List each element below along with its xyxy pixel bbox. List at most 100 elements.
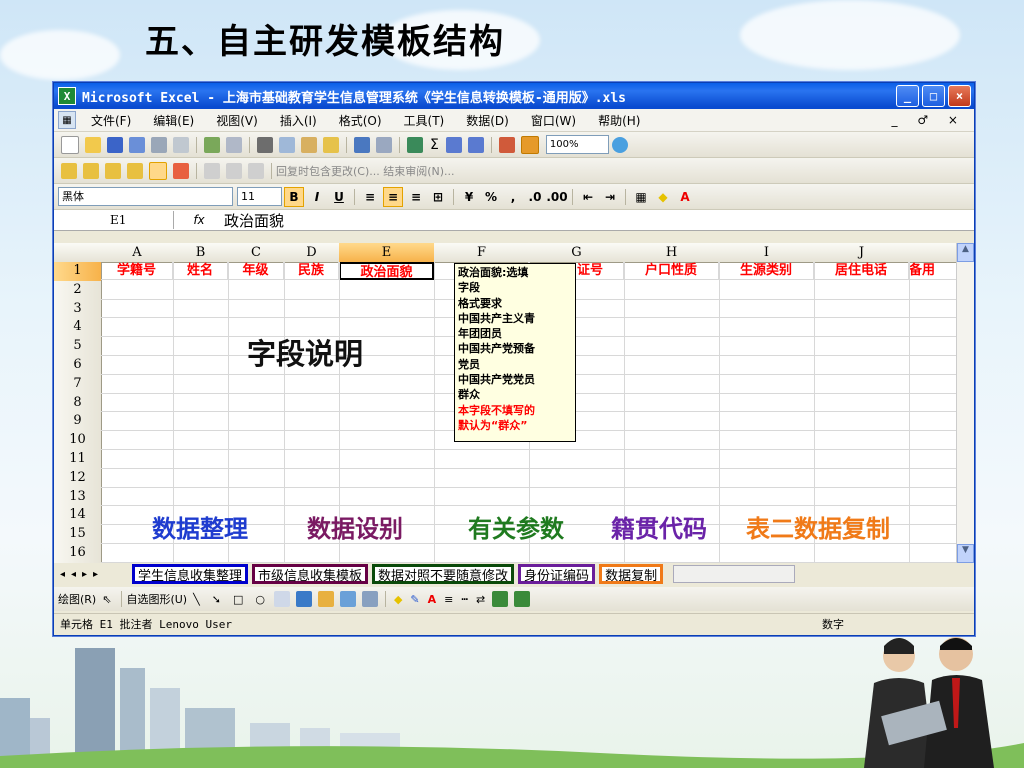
scroll-down-icon[interactable]: ▼ <box>957 544 974 563</box>
picture-icon[interactable] <box>361 591 378 607</box>
cell[interactable]: 备用 <box>909 262 957 280</box>
shadow-icon[interactable] <box>492 591 509 607</box>
cell[interactable]: 居住电话 <box>814 262 909 280</box>
workbook-window-controls[interactable]: _ ♂ × <box>892 113 966 127</box>
print-preview-icon[interactable] <box>173 136 189 153</box>
menu-file[interactable]: 文件(F) <box>91 112 131 129</box>
currency-icon[interactable]: ¥ <box>460 188 478 206</box>
select-all-corner[interactable] <box>54 243 102 263</box>
select-objects-icon[interactable]: ⇖ <box>102 593 111 606</box>
font-size-select[interactable]: 11 <box>237 187 282 206</box>
row-header[interactable]: 11 <box>54 450 102 470</box>
next-comment-icon[interactable] <box>105 162 121 179</box>
column-header-partial[interactable] <box>909 243 958 263</box>
help-icon[interactable] <box>611 136 628 153</box>
draw-menu[interactable]: 绘图(R) <box>58 591 96 607</box>
cell-comment[interactable]: 政治面貌:选填 字段 格式要求 中国共产主义青 年团团员 中国共产党预备 党员 … <box>454 263 576 442</box>
menu-view[interactable]: 视图(V) <box>216 112 258 129</box>
active-cell[interactable]: 政治面貌 <box>339 262 434 280</box>
row-header[interactable]: 8 <box>54 393 102 414</box>
align-center-icon[interactable]: ≡ <box>383 186 403 207</box>
new-comment-icon[interactable] <box>61 162 77 179</box>
borders-icon[interactable]: ▦ <box>632 188 650 206</box>
row-header[interactable]: 3 <box>54 299 102 320</box>
row-header[interactable]: 9 <box>54 412 102 433</box>
underline-button[interactable]: U <box>330 188 348 206</box>
sort-descending-icon[interactable] <box>467 136 484 153</box>
menu-format[interactable]: 格式(O) <box>339 112 382 129</box>
menu-data[interactable]: 数据(D) <box>466 112 509 129</box>
research-icon[interactable] <box>226 136 242 153</box>
track-changes-icon[interactable] <box>204 162 220 179</box>
undo-icon[interactable] <box>354 136 370 153</box>
sheet-nav-arrows-icon[interactable]: ◂◂▸▸ <box>54 569 132 580</box>
delete-comment-icon[interactable] <box>173 162 189 179</box>
wordart-icon[interactable] <box>295 591 312 607</box>
workbook-icon[interactable]: ▦ <box>58 111 76 129</box>
menu-insert[interactable]: 插入(I) <box>280 112 317 129</box>
reject-change-icon[interactable] <box>248 162 264 179</box>
bold-button[interactable]: B <box>284 186 304 207</box>
font-color-icon[interactable]: A <box>676 188 694 206</box>
column-header[interactable]: G <box>529 243 625 263</box>
cell[interactable]: 年级 <box>228 262 284 280</box>
3d-style-icon[interactable] <box>514 591 531 607</box>
row-header[interactable]: 6 <box>54 356 102 376</box>
show-comment-icon[interactable] <box>127 162 143 179</box>
decrease-indent-icon[interactable]: ⇤ <box>579 188 597 206</box>
drawing-icon[interactable] <box>520 135 539 154</box>
autoshapes-menu[interactable]: 自选图形(U) <box>126 591 187 607</box>
fx-icon[interactable]: fx <box>174 213 224 227</box>
paste-icon[interactable] <box>301 136 317 153</box>
diagram-icon[interactable] <box>317 591 334 607</box>
sort-ascending-icon[interactable] <box>445 136 462 153</box>
fill-color-icon[interactable]: ◆ <box>654 188 672 206</box>
line-color-icon[interactable]: ✎ <box>410 593 419 606</box>
decrease-decimal-icon[interactable]: .00 <box>546 188 567 206</box>
spelling-icon[interactable] <box>204 136 220 153</box>
column-header[interactable]: E <box>339 243 435 263</box>
align-right-icon[interactable]: ≡ <box>407 188 425 206</box>
cell[interactable]: 生源类别 <box>719 262 814 280</box>
fill-color-icon[interactable]: ◆ <box>394 593 402 606</box>
copy-icon[interactable] <box>279 136 295 153</box>
merge-center-icon[interactable]: ⊞ <box>429 188 447 206</box>
scroll-up-icon[interactable]: ▲ <box>957 243 974 262</box>
column-header[interactable]: A <box>101 243 174 263</box>
menu-edit[interactable]: 编辑(E) <box>153 112 194 129</box>
column-header[interactable]: F <box>434 243 530 263</box>
show-all-comments-icon[interactable] <box>149 161 167 180</box>
sheet-tab-data-copy[interactable]: 数据复制 <box>599 564 664 584</box>
prev-comment-icon[interactable] <box>83 162 99 179</box>
arrow-style-icon[interactable]: ⇄ <box>476 593 485 606</box>
reviewing-reply-text[interactable]: 回复时包含更改(C)... 结束审阅(N)... <box>276 163 455 179</box>
textbox-icon[interactable] <box>273 591 290 607</box>
line-style-icon[interactable]: ≡ <box>444 593 453 606</box>
clipart-icon[interactable] <box>339 591 356 607</box>
autosum-icon[interactable]: Σ <box>430 137 439 153</box>
column-header[interactable]: I <box>719 243 815 263</box>
cell[interactable]: 姓名 <box>173 262 228 280</box>
align-left-icon[interactable]: ≡ <box>361 188 379 206</box>
hyperlink-icon[interactable] <box>407 136 423 153</box>
row-header[interactable]: 2 <box>54 280 102 301</box>
close-button[interactable]: × <box>948 85 971 107</box>
minimize-button[interactable]: _ <box>896 85 919 107</box>
column-header[interactable]: J <box>814 243 910 263</box>
sheet-tab-data-reference[interactable]: 数据对照不要随意修改 <box>372 564 515 584</box>
font-select[interactable]: 黑体 <box>58 187 233 206</box>
column-header[interactable]: D <box>284 243 340 263</box>
cell[interactable]: 学籍号 <box>101 262 173 280</box>
permission-icon[interactable] <box>129 136 145 153</box>
rectangle-icon[interactable]: □ <box>233 593 243 606</box>
accept-change-icon[interactable] <box>226 162 242 179</box>
menu-help[interactable]: 帮助(H) <box>598 112 640 129</box>
zoom-select[interactable]: 100% <box>545 135 609 154</box>
menu-tools[interactable]: 工具(T) <box>404 112 445 129</box>
name-box[interactable]: E1 <box>54 211 174 229</box>
print-icon[interactable] <box>151 136 167 153</box>
arrow-icon[interactable]: ➘ <box>212 593 221 606</box>
cut-icon[interactable] <box>257 136 273 153</box>
row-header[interactable]: 14 <box>54 506 102 527</box>
row-header[interactable]: 7 <box>54 374 102 395</box>
